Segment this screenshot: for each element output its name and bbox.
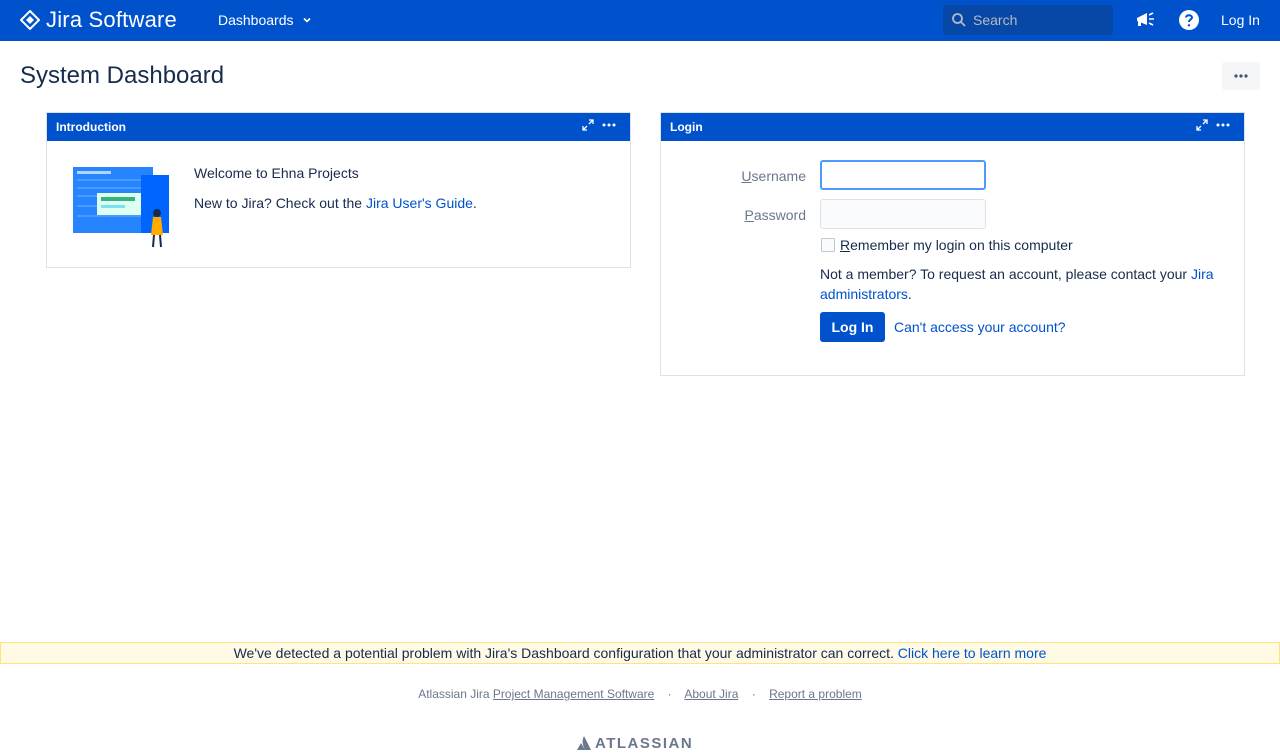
username-input[interactable]: [820, 160, 986, 190]
project-management-link[interactable]: Project Management Software: [493, 687, 654, 701]
cant-access-account-link[interactable]: Can't access your account?: [894, 319, 1066, 335]
page-title: System Dashboard: [20, 62, 225, 89]
user-guide-link[interactable]: Jira User's Guide: [366, 195, 473, 211]
password-label: Password: [661, 207, 806, 223]
login-button[interactable]: Log In: [820, 312, 885, 342]
feedback-button[interactable]: [1133, 8, 1157, 32]
user-guide-text: New to Jira? Check out the Jira User's G…: [194, 195, 477, 211]
welcome-text: Welcome to Ehna Projects: [194, 165, 359, 181]
user-guide-suffix: .: [472, 195, 477, 211]
username-label-accesskey: U: [741, 168, 752, 184]
atlassian-triangle-icon: [577, 736, 591, 750]
password-label-rest: assword: [753, 207, 806, 223]
header-login-link[interactable]: Log In: [1221, 12, 1260, 28]
request-account-prefix: Not a member? To request an account, ple…: [820, 266, 1191, 282]
dashboard-tools-button[interactable]: [1222, 62, 1260, 90]
help-button[interactable]: [1177, 8, 1201, 32]
introduction-gadget: Introduction Welcome to Ehna Projects Ne…: [46, 112, 631, 268]
username-label-rest: sername: [751, 168, 806, 184]
footer-separator: ·: [667, 687, 672, 701]
welcome-illustration: [73, 167, 169, 248]
login-gadget: Login Username Password Remember my logi…: [660, 112, 1245, 376]
remember-label-rest: emember my login on this computer: [850, 237, 1073, 253]
more-icon[interactable]: [1216, 123, 1230, 127]
gadget-header: Login: [661, 113, 1244, 141]
request-account-suffix: .: [907, 286, 912, 302]
more-icon[interactable]: [602, 123, 616, 127]
request-account-text: Not a member? To request an account, ple…: [820, 264, 1230, 304]
remember-me-checkbox[interactable]: [821, 238, 835, 252]
password-label-accesskey: P: [744, 207, 754, 223]
logo-text: Jira Software: [46, 7, 177, 32]
gadget-header: Introduction: [47, 113, 630, 141]
report-problem-link[interactable]: Report a problem: [769, 687, 862, 701]
maximize-icon[interactable]: [1196, 119, 1208, 131]
megaphone-icon: [1137, 12, 1154, 26]
atlassian-wordmark: ATLASSIAN: [595, 734, 694, 752]
remember-label-accesskey: R: [840, 237, 851, 253]
chevron-down-icon: [302, 17, 311, 23]
footer-prefix: Atlassian Jira: [418, 687, 493, 701]
remember-me-label[interactable]: Remember my login on this computer: [840, 237, 1073, 253]
help-icon: [1179, 10, 1199, 30]
dashboard-warning-banner: We've detected a potential problem with …: [0, 642, 1280, 664]
search-icon: [952, 13, 966, 27]
gadget-title: Introduction: [56, 120, 126, 134]
top-navigation-bar: Jira Software Dashboards Log In: [0, 0, 1280, 41]
password-input[interactable]: [820, 199, 986, 229]
about-jira-link[interactable]: About Jira: [684, 687, 738, 701]
search-box[interactable]: [943, 5, 1113, 35]
jira-logo[interactable]: Jira Software: [20, 7, 177, 32]
more-icon: [1234, 74, 1248, 78]
learn-more-link[interactable]: Click here to learn more: [898, 645, 1047, 661]
user-guide-prefix: New to Jira? Check out the: [194, 195, 366, 211]
atlassian-logo[interactable]: ATLASSIAN: [576, 734, 693, 752]
warning-text: We've detected a potential problem with …: [233, 645, 894, 661]
footer: Atlassian Jira Project Management Softwa…: [0, 687, 1280, 701]
jira-diamond-icon: [20, 10, 40, 30]
footer-separator: ·: [751, 687, 756, 701]
gadget-title: Login: [670, 120, 703, 134]
username-label: Username: [661, 168, 806, 184]
dashboards-menu[interactable]: Dashboards: [218, 12, 312, 28]
search-input[interactable]: [973, 12, 1103, 28]
dashboards-menu-label: Dashboards: [218, 12, 294, 28]
maximize-icon[interactable]: [582, 119, 594, 131]
